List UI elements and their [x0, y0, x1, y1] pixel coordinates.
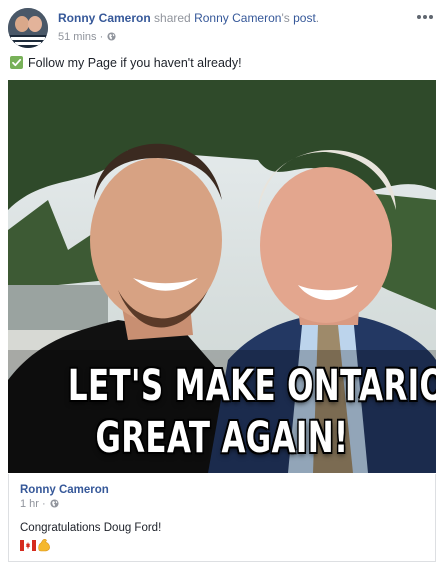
post-header: Ronny Cameron shared Ronny Cameron's pos…: [8, 8, 436, 48]
possessive-label: 's: [281, 11, 290, 25]
canada-flag-icon: [20, 539, 36, 551]
header-title: Ronny Cameron shared Ronny Cameron's pos…: [58, 10, 406, 26]
avatar[interactable]: [8, 8, 48, 48]
meme-caption-line2: GREAT AGAIN!: [95, 413, 349, 463]
header-meta: 51 mins ·: [58, 29, 406, 45]
shared-message: Congratulations Doug Ford!: [20, 522, 162, 534]
shared-meta: 1 hr ·: [20, 498, 59, 510]
post-link[interactable]: post: [293, 11, 316, 25]
message-text: Follow my Page if you haven't already!: [28, 56, 242, 70]
ellipsis-icon[interactable]: [414, 12, 436, 22]
post-photo[interactable]: LET'S MAKE ONTARIO GREAT AGAIN!: [8, 80, 436, 473]
flexed-biceps-icon: [38, 539, 50, 552]
shared-emoji-row: [20, 538, 51, 552]
globe-icon[interactable]: [107, 30, 116, 41]
period-label: .: [315, 11, 320, 25]
shared-timestamp-link[interactable]: 1 hr: [20, 498, 39, 510]
post-message: Follow my Page if you haven't already!: [10, 55, 242, 71]
original-author-link[interactable]: Ronny Cameron: [194, 11, 281, 25]
shared-label: shared: [154, 11, 191, 25]
check-mark-icon: [10, 56, 23, 69]
meme-caption-line1: LET'S MAKE ONTARIO: [67, 361, 436, 411]
shared-original-post: Ronny Cameron 1 hr · Congratulations Dou…: [8, 474, 436, 562]
shared-meta-separator: ·: [42, 498, 46, 510]
author-link[interactable]: Ronny Cameron: [58, 11, 151, 25]
timestamp-link[interactable]: 51 mins: [58, 31, 97, 43]
header-text: Ronny Cameron shared Ronny Cameron's pos…: [58, 10, 406, 45]
feed-post: Ronny Cameron shared Ronny Cameron's pos…: [0, 0, 444, 569]
shared-author-link[interactable]: Ronny Cameron: [20, 484, 109, 496]
globe-icon[interactable]: [50, 499, 59, 508]
meta-separator: ·: [99, 31, 104, 43]
